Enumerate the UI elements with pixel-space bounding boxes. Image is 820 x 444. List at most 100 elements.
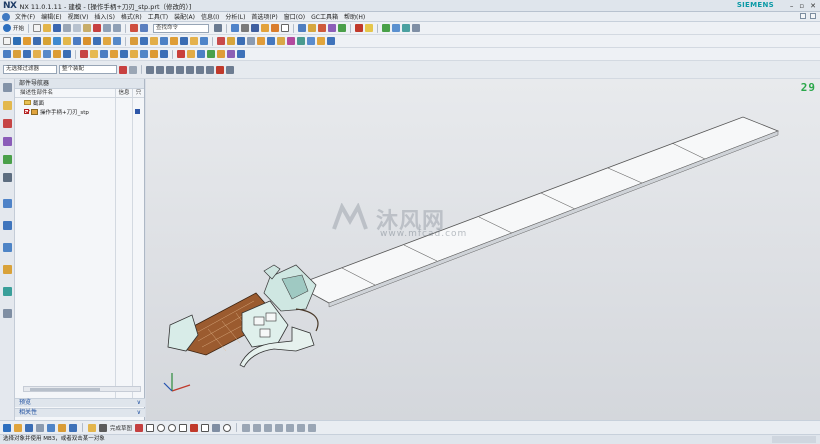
snap-on-curve-icon[interactable]: [206, 65, 214, 74]
offset-face-icon[interactable]: [150, 37, 158, 45]
helix-icon[interactable]: [120, 50, 128, 58]
text-icon[interactable]: [130, 50, 138, 58]
hd3d-icon[interactable]: [3, 173, 12, 182]
perspective-icon[interactable]: [69, 423, 77, 432]
wcs-icon[interactable]: [355, 24, 364, 32]
move-to-layer-icon[interactable]: [318, 24, 327, 32]
snap-center-icon[interactable]: [166, 65, 174, 74]
datum-plane-icon[interactable]: [200, 37, 208, 45]
menu-tools[interactable]: 工具(T): [145, 12, 171, 21]
sketch-icon[interactable]: [3, 37, 11, 45]
layout-icon[interactable]: [231, 24, 240, 32]
menu-close-icon[interactable]: [810, 13, 816, 19]
layer-icon[interactable]: [298, 24, 307, 32]
graphics-window[interactable]: 29 沐风网 www.mfcad.com: [146, 79, 820, 420]
sweep-icon[interactable]: [257, 37, 265, 45]
check-icon[interactable]: [382, 24, 391, 32]
quick-trim-icon[interactable]: [242, 423, 251, 432]
polygon-icon[interactable]: [201, 423, 210, 432]
tube-icon[interactable]: [267, 37, 275, 45]
revolve-icon[interactable]: [23, 37, 31, 45]
join-curve-icon[interactable]: [197, 50, 205, 58]
sketch-point-icon[interactable]: [212, 423, 221, 432]
dependencies-section[interactable]: 相关性 ∨: [15, 408, 145, 417]
sew-icon[interactable]: [317, 37, 325, 45]
paste-icon[interactable]: [83, 24, 92, 32]
patch-icon[interactable]: [327, 37, 335, 45]
menu-info[interactable]: 信息(I): [198, 12, 222, 21]
menu-assembly[interactable]: 装配(A): [171, 12, 198, 21]
repeat-command-icon[interactable]: [130, 24, 139, 32]
tree-row-section[interactable]: 截面: [15, 98, 144, 107]
explode-icon[interactable]: [63, 50, 71, 58]
make-corner-icon[interactable]: [264, 423, 273, 432]
menu-help[interactable]: 帮助(H): [341, 12, 368, 21]
rotate-icon[interactable]: [47, 423, 55, 432]
intersect-icon[interactable]: [93, 37, 101, 45]
layer-settings-icon[interactable]: [308, 24, 317, 32]
menu-preferences[interactable]: 首选项(P): [248, 12, 280, 21]
zoom-icon[interactable]: [36, 423, 44, 432]
save-icon[interactable]: [53, 24, 62, 32]
settings-gear-icon[interactable]: [3, 83, 12, 92]
measure-body-icon[interactable]: [217, 50, 225, 58]
pattern-icon[interactable]: [190, 37, 198, 45]
menu-window[interactable]: 窗口(O): [281, 12, 308, 21]
deselect-icon[interactable]: [129, 65, 137, 74]
part-nav-icon[interactable]: [3, 137, 12, 146]
project-curve-icon[interactable]: [150, 50, 158, 58]
hole-icon[interactable]: [33, 37, 41, 45]
intersection-curve-icon[interactable]: [160, 50, 168, 58]
orient-view-icon[interactable]: [241, 24, 250, 32]
split-body-icon[interactable]: [170, 37, 178, 45]
menu-restore-icon[interactable]: [800, 13, 806, 19]
manufacturing-wizard-icon[interactable]: [3, 287, 12, 296]
column-last-header[interactable]: 只: [132, 89, 144, 97]
assembly-nav-icon[interactable]: [3, 101, 12, 110]
pad-icon[interactable]: [63, 37, 71, 45]
groove-icon[interactable]: [227, 37, 235, 45]
command-finder-input[interactable]: 查找命令: [153, 23, 210, 33]
edge-display-icon[interactable]: [261, 24, 270, 32]
history-icon[interactable]: [3, 221, 12, 230]
snap-quadrant-icon[interactable]: [176, 65, 184, 74]
line-icon[interactable]: [90, 50, 98, 58]
sketch-line-icon[interactable]: [146, 423, 155, 432]
ellipse-icon[interactable]: [223, 423, 232, 432]
menu-file[interactable]: 文件(F): [12, 12, 38, 21]
undo-icon[interactable]: [103, 24, 112, 32]
profile-icon[interactable]: [135, 423, 144, 432]
quick-extend-icon[interactable]: [253, 423, 262, 432]
constraint-nav-icon[interactable]: [3, 119, 12, 128]
reuse-library-icon[interactable]: [3, 155, 12, 164]
mirror-icon[interactable]: [180, 37, 188, 45]
snap-endpoint-icon[interactable]: [146, 65, 154, 74]
fit-icon[interactable]: [25, 423, 33, 432]
search-icon[interactable]: [214, 24, 223, 32]
open-folder-icon[interactable]: [43, 24, 52, 32]
menu-gc-toolbox[interactable]: GC工具箱: [308, 12, 341, 21]
delete-icon[interactable]: [93, 24, 102, 32]
shaded-icon[interactable]: [271, 24, 280, 32]
clearance-icon[interactable]: [237, 50, 245, 58]
snap-existing-point-icon[interactable]: [196, 65, 204, 74]
menu-app-icon[interactable]: [2, 12, 10, 21]
subtract-icon[interactable]: [83, 37, 91, 45]
rapid-dimension-icon[interactable]: [308, 423, 317, 432]
add-component-icon[interactable]: [13, 50, 21, 58]
cut-icon[interactable]: [63, 24, 72, 32]
web-browser-icon[interactable]: [3, 199, 12, 208]
analysis-icon[interactable]: [392, 24, 401, 32]
render-style-icon[interactable]: [251, 24, 260, 32]
menu-view[interactable]: 视图(V): [65, 12, 92, 21]
thread-icon[interactable]: [217, 37, 225, 45]
offset-sketch-icon[interactable]: [275, 423, 284, 432]
start-label[interactable]: 开始: [13, 24, 24, 32]
select-all-icon[interactable]: [119, 65, 127, 74]
sword-model[interactable]: [146, 79, 820, 420]
assembly-navigator-icon[interactable]: [3, 50, 11, 58]
edge-blend-icon[interactable]: [103, 37, 111, 45]
constraints-icon[interactable]: [297, 423, 306, 432]
new-component-icon[interactable]: [23, 50, 31, 58]
minimize-icon[interactable]: –: [790, 2, 794, 10]
